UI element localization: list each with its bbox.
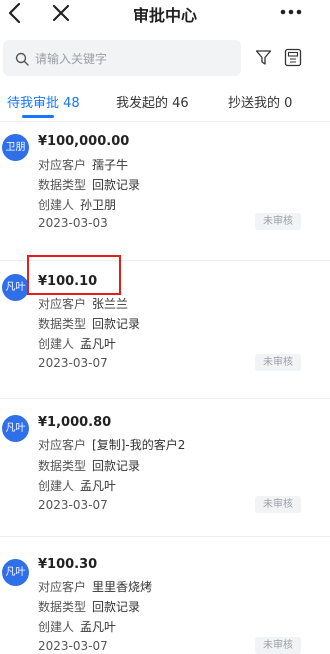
customer-label: 对应客户 (38, 580, 87, 594)
customer-value: [复制]-我的客户2 (92, 438, 186, 452)
avatar: 凡叶 (2, 415, 29, 442)
customer-value: 孺子牛 (92, 158, 129, 172)
customer-row: 对应客户 [复制]-我的客户2 (38, 436, 185, 453)
tab-initiated-by-me[interactable]: 我发起的 46 (116, 92, 189, 111)
list-item[interactable]: 凡叶 ¥1,000.80 对应客户 [复制]-我的客户2 数据类型 回款记录 创建人… (0, 398, 330, 536)
tab-active-indicator (22, 115, 54, 118)
amount: ¥100,000.00 (38, 134, 130, 149)
creator-row: 创建人 孟凡叶 (38, 477, 116, 494)
status-badge: 未审核 (255, 354, 301, 371)
filter-icon[interactable] (255, 49, 272, 66)
creator-row: 创建人 孟凡叶 (38, 335, 116, 352)
top-bar: 审批中心 (0, 0, 330, 34)
customer-value: 张兰兰 (92, 297, 129, 311)
divider (0, 398, 330, 399)
type-value: 回款记录 (92, 459, 141, 473)
customer-row: 对应客户 孺子牛 (38, 156, 128, 173)
tab-cc-to-me[interactable]: 抄送我的 0 (228, 92, 292, 111)
amount: ¥100.30 (38, 557, 98, 572)
search-icon (15, 51, 29, 66)
customer-value: 里里香烧烤 (92, 580, 153, 594)
creator-value: 孙卫朋 (80, 198, 117, 212)
divider (0, 536, 330, 537)
creator-label: 创建人 (38, 620, 75, 634)
customer-label: 对应客户 (38, 158, 87, 172)
tab-bar: 待我审批 48 我发起的 46 抄送我的 0 (0, 84, 330, 122)
date: 2023-03-07 (38, 498, 108, 512)
type-label: 数据类型 (38, 459, 87, 473)
creator-row: 创建人 孟凡叶 (38, 618, 116, 635)
type-label: 数据类型 (38, 317, 87, 331)
list-item[interactable]: 凡叶 ¥100.30 对应客户 里里香烧烤 数据类型 回款记录 创建人 孟凡叶 202… (0, 536, 330, 654)
type-label: 数据类型 (38, 600, 87, 614)
search-placeholder: 请输入关键字 (35, 52, 108, 66)
date: 2023-03-07 (38, 356, 108, 370)
search-row: 请输入关键字 (0, 38, 330, 78)
creator-value: 孟凡叶 (80, 479, 117, 493)
date: 2023-03-07 (38, 639, 108, 653)
creator-label: 创建人 (38, 198, 75, 212)
type-value: 回款记录 (92, 600, 141, 614)
creator-label: 创建人 (38, 479, 75, 493)
status-badge: 未审核 (255, 213, 301, 230)
date: 2023-03-03 (38, 216, 108, 230)
type-row: 数据类型 回款记录 (38, 598, 140, 615)
highlight-box (27, 255, 121, 295)
creator-value: 孟凡叶 (80, 620, 117, 634)
list-item[interactable]: 卫朋 ¥100,000.00 对应客户 孺子牛 数据类型 回款记录 创建人 孙卫朋 2… (0, 124, 330, 260)
customer-row: 对应客户 里里香烧烤 (38, 578, 152, 595)
avatar: 凡叶 (2, 274, 29, 301)
customer-label: 对应客户 (38, 438, 87, 452)
calculator-icon[interactable] (284, 48, 302, 67)
tab-pending-approval[interactable]: 待我审批 48 (7, 92, 80, 111)
type-row: 数据类型 回款记录 (38, 176, 140, 193)
type-label: 数据类型 (38, 178, 87, 192)
type-value: 回款记录 (92, 178, 141, 192)
search-input[interactable]: 请输入关键字 (3, 40, 241, 76)
type-row: 数据类型 回款记录 (38, 457, 140, 474)
avatar: 卫朋 (2, 134, 29, 161)
customer-row: 对应客户 张兰兰 (38, 295, 128, 312)
avatar: 凡叶 (2, 559, 29, 586)
more-icon[interactable] (278, 2, 304, 22)
customer-label: 对应客户 (38, 297, 87, 311)
creator-row: 创建人 孙卫朋 (38, 196, 116, 213)
status-badge: 未审核 (255, 496, 301, 513)
type-row: 数据类型 回款记录 (38, 315, 140, 332)
creator-label: 创建人 (38, 337, 75, 351)
creator-value: 孟凡叶 (80, 337, 117, 351)
type-value: 回款记录 (92, 317, 141, 331)
amount: ¥1,000.80 (38, 415, 112, 430)
status-badge: 未审核 (255, 637, 301, 654)
